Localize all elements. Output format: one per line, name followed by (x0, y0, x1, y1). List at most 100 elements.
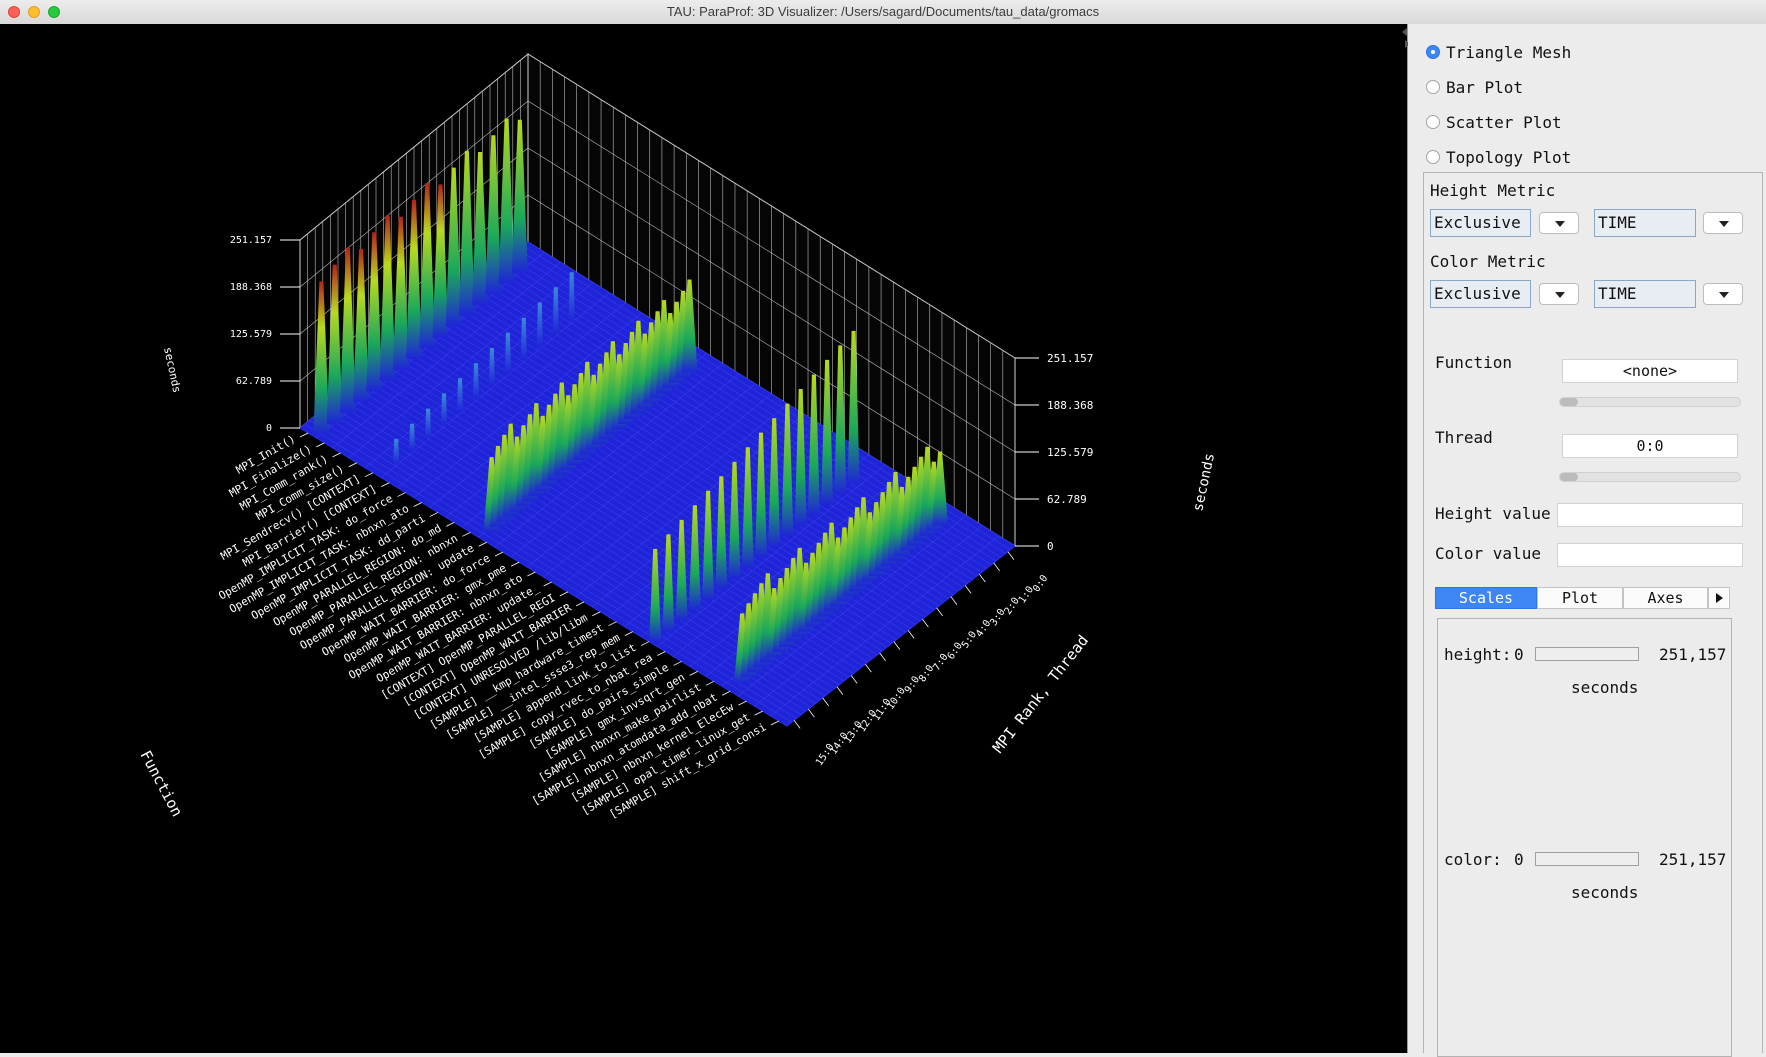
slider-knob[interactable] (1560, 398, 1578, 406)
thread-tick (822, 697, 829, 707)
function-tick (624, 631, 633, 636)
height-value-field[interactable] (1557, 503, 1743, 527)
height-metric-kind-select[interactable]: Exclusive (1430, 209, 1531, 237)
function-tick (462, 531, 471, 537)
radio-bar-plot[interactable]: Bar Plot (1426, 76, 1523, 98)
height-metric-dropdown[interactable] (1703, 212, 1743, 234)
function-tick (575, 601, 585, 607)
tab-plot[interactable]: Plot (1537, 587, 1623, 609)
function-tick (527, 571, 536, 577)
value-tick-label: 251.157 (230, 235, 272, 246)
function-axis-title: Function (136, 747, 186, 819)
mesh-peak (441, 393, 447, 425)
color-scale-unit: seconds (1571, 883, 1639, 902)
tab-scales[interactable]: Scales (1435, 587, 1537, 609)
color-metric-kind-select[interactable]: Exclusive (1430, 280, 1531, 308)
thread-tick (893, 641, 901, 650)
thread-tick (879, 652, 886, 662)
radio-label: Scatter Plot (1446, 112, 1562, 132)
thread-axis-title: MPI Rank, Thread (989, 632, 1092, 757)
value-tick-label: 188.368 (230, 282, 272, 293)
radio-icon[interactable] (1426, 150, 1440, 164)
mesh-peak (457, 378, 463, 413)
function-slider[interactable] (1559, 397, 1741, 407)
color-metric-dropdown[interactable] (1703, 283, 1743, 305)
radio-topology-plot[interactable]: Topology Plot (1426, 146, 1571, 168)
height-scale-label: height: (1444, 645, 1512, 664)
value-tick-label: 62.789 (1047, 493, 1087, 506)
color-value-label: Color value (1435, 544, 1541, 563)
thread-field[interactable]: 0:0 (1562, 434, 1738, 458)
value-tick-label: 125.579 (1047, 446, 1093, 459)
function-tick (510, 561, 520, 567)
function-tick (738, 700, 747, 706)
mesh-peak (393, 438, 400, 464)
radio-scatter-plot[interactable]: Scatter Plot (1426, 111, 1562, 133)
function-tick (429, 512, 439, 517)
3d-visualizer-canvas[interactable]: 251.157 251.157 188.368 188.368 125.579 125.5… (0, 24, 1407, 1053)
thread-tick (907, 630, 915, 639)
mesh-peak (488, 348, 495, 387)
title-bar: TAU: ParaProf: 3D Visualizer: /Users/sag… (0, 0, 1766, 25)
color-metric-select[interactable]: TIME (1594, 280, 1696, 308)
thread-tick (964, 585, 972, 594)
triangle-mesh-plot[interactable]: 251.157 251.157 188.368 188.368 125.579 125.5… (0, 24, 1407, 1053)
scales-pane: height: 0 251,157 seconds color: 0 251,1… (1437, 618, 1732, 1057)
function-tick (446, 522, 455, 527)
thread-tick (836, 686, 844, 695)
function-tick (332, 452, 341, 458)
color-value-field[interactable] (1557, 543, 1743, 567)
function-tick (494, 551, 504, 557)
mesh-peak (568, 272, 575, 322)
mesh-peak (473, 363, 479, 400)
value-tick-label: 125.579 (230, 329, 272, 340)
height-scale-slider[interactable] (1535, 647, 1639, 661)
height-metric-heading: Height Metric (1430, 181, 1556, 200)
function-tick (543, 581, 552, 587)
color-scale-min: 0 (1514, 850, 1524, 869)
value-tick-label: 251.157 (1047, 352, 1093, 365)
radio-icon[interactable] (1426, 80, 1440, 94)
mesh-peak (536, 302, 543, 348)
function-tick (608, 621, 617, 627)
radio-icon[interactable] (1426, 115, 1440, 129)
color-metric-kind-dropdown[interactable] (1539, 283, 1579, 305)
thread-tick (950, 596, 958, 605)
control-panel: Triangle Mesh Bar Plot Scatter Plot Topo… (1408, 24, 1766, 1057)
function-tick (381, 482, 390, 487)
radio-triangle-mesh[interactable]: Triangle Mesh (1426, 41, 1571, 63)
function-tick (299, 432, 309, 438)
tab-axes[interactable]: Axes (1623, 587, 1708, 609)
mesh-peak (552, 287, 559, 335)
thread-tick (865, 663, 872, 673)
color-metric-heading: Color Metric (1430, 252, 1546, 271)
thread-tick (793, 720, 801, 729)
function-tick (592, 611, 601, 617)
function-tick (316, 442, 325, 448)
thread-slider[interactable] (1559, 472, 1741, 482)
height-scale-min: 0 (1514, 645, 1524, 664)
function-tick (722, 690, 731, 696)
thread-tick (993, 562, 1000, 572)
thread-tick (808, 708, 815, 718)
height-metric-select[interactable]: TIME (1594, 209, 1696, 237)
collapse-left-icon[interactable] (1402, 28, 1407, 36)
function-tick (640, 641, 650, 646)
color-scale-slider[interactable] (1535, 852, 1639, 866)
function-tick (559, 591, 569, 597)
tab-scroll-right-icon[interactable] (1708, 587, 1730, 609)
value-tick-label: 62.789 (236, 376, 272, 387)
window-title: TAU: ParaProf: 3D Visualizer: /Users/sag… (666, 4, 1100, 19)
function-field[interactable]: <none> (1562, 359, 1738, 383)
mesh-peak (520, 317, 527, 361)
mesh-peak (425, 408, 432, 438)
radio-selected-icon[interactable] (1426, 45, 1440, 59)
thread-tick (922, 618, 929, 628)
function-tick (413, 502, 422, 507)
mesh-peak (409, 423, 416, 451)
thread-tick (1007, 551, 1015, 560)
height-metric-kind-dropdown[interactable] (1539, 212, 1579, 234)
slider-knob[interactable] (1560, 473, 1578, 481)
function-tick (348, 462, 357, 468)
value-tick-label: 0 (266, 423, 272, 434)
